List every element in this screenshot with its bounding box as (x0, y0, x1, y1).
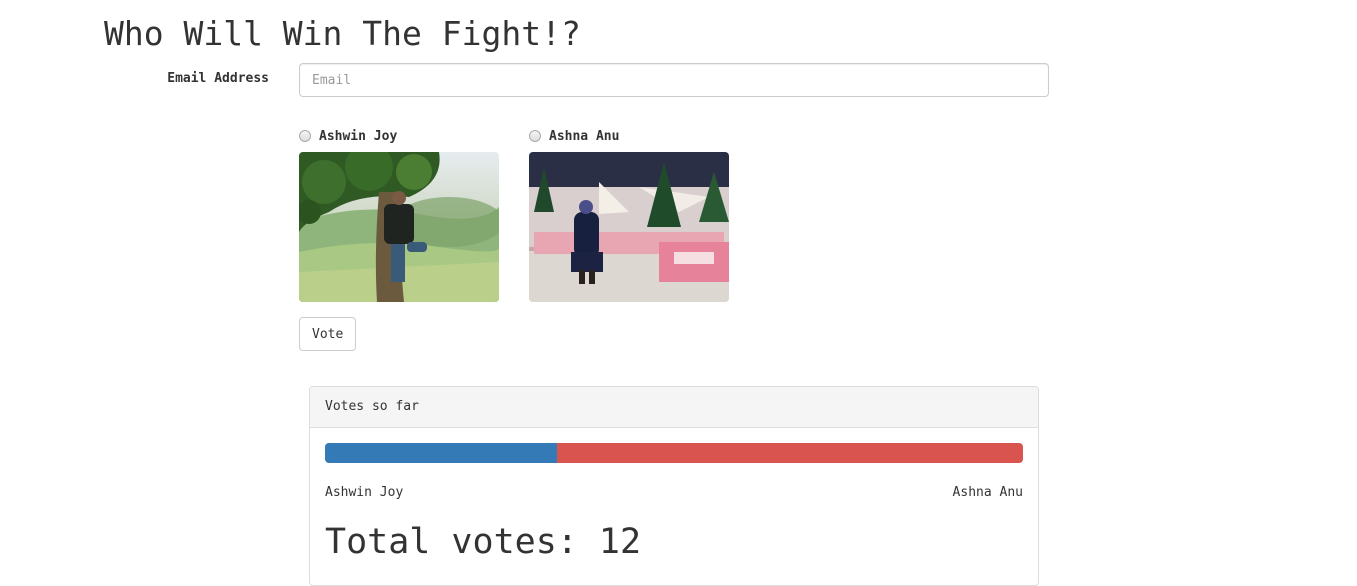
candidate-photo (529, 152, 729, 302)
result-left-name: Ashwin Joy (325, 485, 404, 500)
results-panel: Votes so far Ashwin Joy Ashna Anu Total … (309, 386, 1039, 586)
candidate-option-ashwin[interactable]: Ashwin Joy (299, 126, 499, 146)
radio-button[interactable] (299, 130, 311, 142)
radio-button[interactable] (529, 130, 541, 142)
candidate-option-ashna[interactable]: Ashna Anu (529, 126, 729, 146)
page-title: Who Will Win The Fight!? (104, 14, 581, 53)
candidate-name[interactable]: Ashna Anu (549, 129, 619, 144)
vote-progress-bar (325, 443, 1023, 463)
candidate-ashwin: Ashwin Joy (299, 126, 499, 302)
vote-bar-ashwin (325, 443, 558, 463)
candidate-name[interactable]: Ashwin Joy (319, 129, 397, 144)
result-names: Ashwin Joy Ashna Anu (325, 485, 1023, 500)
vote-button[interactable]: Vote (299, 317, 357, 351)
total-votes: Total votes: 12 (325, 522, 642, 562)
email-field[interactable] (299, 63, 1049, 97)
results-heading: Votes so far (310, 387, 1038, 428)
email-label: Email Address (167, 71, 269, 86)
result-right-name: Ashna Anu (952, 485, 1023, 500)
candidate-photo (299, 152, 499, 302)
candidate-ashna: Ashna Anu (529, 126, 729, 302)
results-body: Ashwin Joy Ashna Anu Total votes: 12 (310, 428, 1038, 577)
vote-bar-ashna (557, 443, 1023, 463)
